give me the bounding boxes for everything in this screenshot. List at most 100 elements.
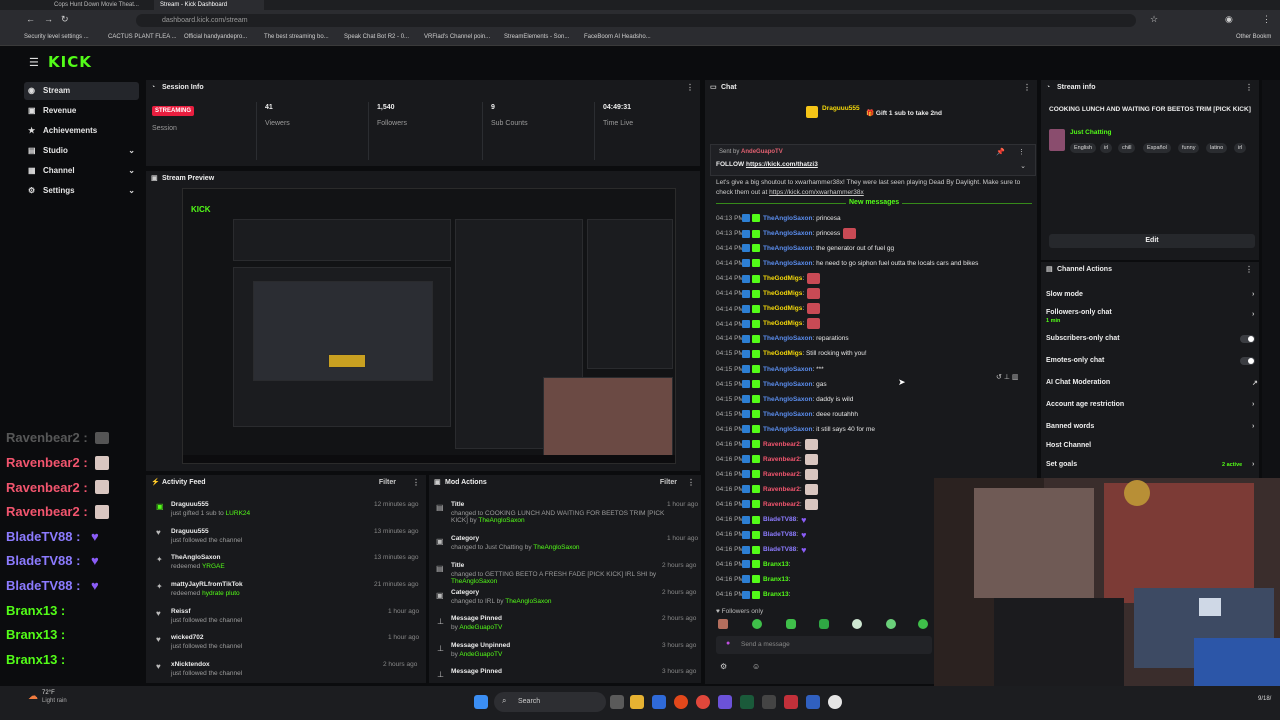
chat-message[interactable]: 04:15 PM TheAngloSaxon: deee routahhh <box>716 409 858 421</box>
chat-message[interactable]: 04:16 PM Ravenbear2: <box>716 468 818 481</box>
more-icon[interactable]: ⋮ <box>1018 148 1025 156</box>
url-field[interactable]: dashboard.kick.com/stream <box>136 14 1136 27</box>
reply-icon[interactable]: ↺ <box>996 374 1002 381</box>
clock-date[interactable]: 9/18/ <box>1258 696 1271 702</box>
reload-icon[interactable]: ↻ <box>61 14 69 25</box>
bookmark[interactable]: Official handyandepro... <box>184 34 247 40</box>
chat-message[interactable]: 04:13 PM TheAngloSaxon: princess <box>716 228 857 240</box>
app-icon[interactable] <box>762 695 776 709</box>
start-icon[interactable] <box>474 695 488 709</box>
chat-message[interactable]: 04:15 PM TheAngloSaxon: daddy is wild <box>716 394 853 406</box>
chat-username[interactable]: TheAngloSaxon <box>763 396 812 403</box>
action-account-age[interactable]: Account age restriction › <box>1046 401 1254 408</box>
chat-username[interactable]: Branx13 <box>763 561 789 568</box>
emote-button[interactable] <box>752 619 762 629</box>
task-view-icon[interactable] <box>610 695 624 709</box>
pin-icon[interactable]: ⊥ <box>1004 374 1010 381</box>
tag[interactable]: English <box>1070 143 1097 153</box>
emotes-only-toggle[interactable] <box>1240 357 1255 365</box>
chat-username[interactable]: TheGodMigs <box>763 306 802 313</box>
chat-username[interactable]: Ravenbear2 <box>763 441 800 448</box>
chat-username[interactable]: TheAngloSaxon <box>763 335 812 342</box>
more-icon[interactable]: ⋮ <box>1245 262 1253 278</box>
more-icon[interactable]: ⋮ <box>1023 80 1031 96</box>
chat-message[interactable]: 04:15 PM TheAngloSaxon: *** <box>716 364 824 376</box>
chat-message[interactable]: 04:14 PM TheAngloSaxon: reparations <box>716 333 849 345</box>
store-icon[interactable] <box>652 695 666 709</box>
emote-button[interactable] <box>718 619 728 629</box>
chat-username[interactable]: TheAngloSaxon <box>763 230 812 237</box>
menu-icon[interactable]: ⋮ <box>1262 14 1271 25</box>
chat-message[interactable]: 04:14 PM TheAngloSaxon: he need to go sip… <box>716 258 978 270</box>
file-explorer-icon[interactable] <box>630 695 644 709</box>
chat-username[interactable]: TheAngloSaxon <box>763 215 812 222</box>
emoji-icon[interactable]: ☺ <box>752 662 760 671</box>
back-icon[interactable]: ← <box>26 14 35 24</box>
action-host-channel[interactable]: Host Channel <box>1046 442 1091 449</box>
chat-username[interactable]: Ravenbear2 <box>763 486 800 493</box>
chat-username[interactable]: Ravenbear2 <box>763 456 800 463</box>
chat-username[interactable]: Branx13 <box>763 591 789 598</box>
chat-username[interactable]: TheGodMigs <box>763 321 802 328</box>
action-set-goals[interactable]: Set goals 2 active › <box>1046 461 1254 468</box>
chat-message[interactable]: 04:16 PM BladeTV88: ♥ <box>716 514 810 526</box>
category-name[interactable]: Just Chatting <box>1070 129 1112 136</box>
chat-username[interactable]: Ravenbear2 <box>763 471 800 478</box>
hamburger-icon[interactable]: ☰ <box>29 56 39 69</box>
sidebar-item-channel[interactable]: ▦ Channel ⌄ <box>24 162 139 180</box>
kick-logo[interactable]: KICK <box>48 53 92 71</box>
chat-message[interactable]: 04:16 PM Branx13: <box>716 574 790 586</box>
tag[interactable]: irl <box>1100 143 1113 153</box>
tag[interactable]: latino <box>1206 143 1228 153</box>
bookmark[interactable]: Security level settings ... <box>24 34 89 40</box>
action-slow-mode[interactable]: Slow mode › <box>1046 291 1254 298</box>
sidebar-item-stream[interactable]: ◉ Stream <box>24 82 139 100</box>
chat-message[interactable]: 04:15 PM TheGodMigs: Still rocking with y… <box>716 348 867 360</box>
chrome-icon[interactable] <box>696 695 710 709</box>
chat-message[interactable]: 04:16 PM Branx13: <box>716 589 790 601</box>
bookmark[interactable]: VRFlad's Channel poin... <box>424 34 490 40</box>
emote-button[interactable] <box>819 619 829 629</box>
bookmark[interactable]: FaceBoom AI Headsho... <box>584 34 651 40</box>
gift-sub-banner[interactable]: 🎁 Gift 1 sub to take 2nd <box>866 109 942 117</box>
chat-message[interactable]: 04:16 PM Branx13: <box>716 559 790 571</box>
weather-temp[interactable]: 72°F <box>42 690 55 696</box>
app-icon[interactable] <box>784 695 798 709</box>
chat-username[interactable]: TheGodMigs <box>763 290 802 297</box>
chat-username[interactable]: BladeTV88 <box>763 531 796 538</box>
chat-message[interactable]: 04:16 PM Ravenbear2: <box>716 483 818 496</box>
chat-message[interactable]: 04:16 PM BladeTV88: ♥ <box>716 544 810 556</box>
emote-picker-icon[interactable]: ● <box>726 640 730 647</box>
chat-message[interactable]: 04:16 PM Ravenbear2: <box>716 438 818 451</box>
chat-message[interactable]: 04:14 PM TheGodMigs: <box>716 318 821 330</box>
chat-message[interactable]: 04:14 PM TheGodMigs: <box>716 303 821 315</box>
sidebar-item-achievements[interactable]: ★ Achievements <box>24 122 139 140</box>
chat-message[interactable]: 04:15 PM TheAngloSaxon: gas <box>716 379 827 391</box>
emote-button[interactable] <box>852 619 862 629</box>
app-icon[interactable] <box>828 695 842 709</box>
more-icon[interactable]: ⋮ <box>1245 80 1253 96</box>
action-subscribers-only[interactable]: Subscribers-only chat <box>1046 335 1120 342</box>
app-icon[interactable] <box>806 695 820 709</box>
filter-button[interactable]: Filter <box>379 475 396 491</box>
sidebar-item-settings[interactable]: ⚙ Settings ⌄ <box>24 182 139 200</box>
tag[interactable]: irl <box>1234 143 1247 153</box>
taskbar-search[interactable]: ⌕ Search <box>494 692 606 712</box>
star-icon[interactable]: ☆ <box>1150 14 1158 25</box>
chat-input[interactable]: ● Send a message <box>716 636 932 654</box>
more-icon[interactable]: ⋮ <box>686 80 694 96</box>
chat-username[interactable]: BladeTV88 <box>763 516 796 523</box>
profile-icon[interactable]: ◉ <box>1225 14 1233 25</box>
delete-icon[interactable]: ▥ <box>1012 374 1019 381</box>
stream-preview-video[interactable]: KICK <box>182 188 676 464</box>
emote-button[interactable] <box>886 619 896 629</box>
pin-icon[interactable]: 📌 <box>996 148 1005 156</box>
discord-icon[interactable] <box>718 695 732 709</box>
tag[interactable]: Español <box>1143 143 1171 153</box>
chat-username[interactable]: TheGodMigs <box>763 350 802 357</box>
more-icon[interactable]: ⋮ <box>412 475 420 491</box>
chat-message[interactable]: 04:13 PM TheAngloSaxon: princesa <box>716 213 841 225</box>
emote-button[interactable] <box>786 619 796 629</box>
pinned-link[interactable]: https://kick.com/thatzi3 <box>746 161 818 168</box>
app-icon[interactable] <box>740 695 754 709</box>
